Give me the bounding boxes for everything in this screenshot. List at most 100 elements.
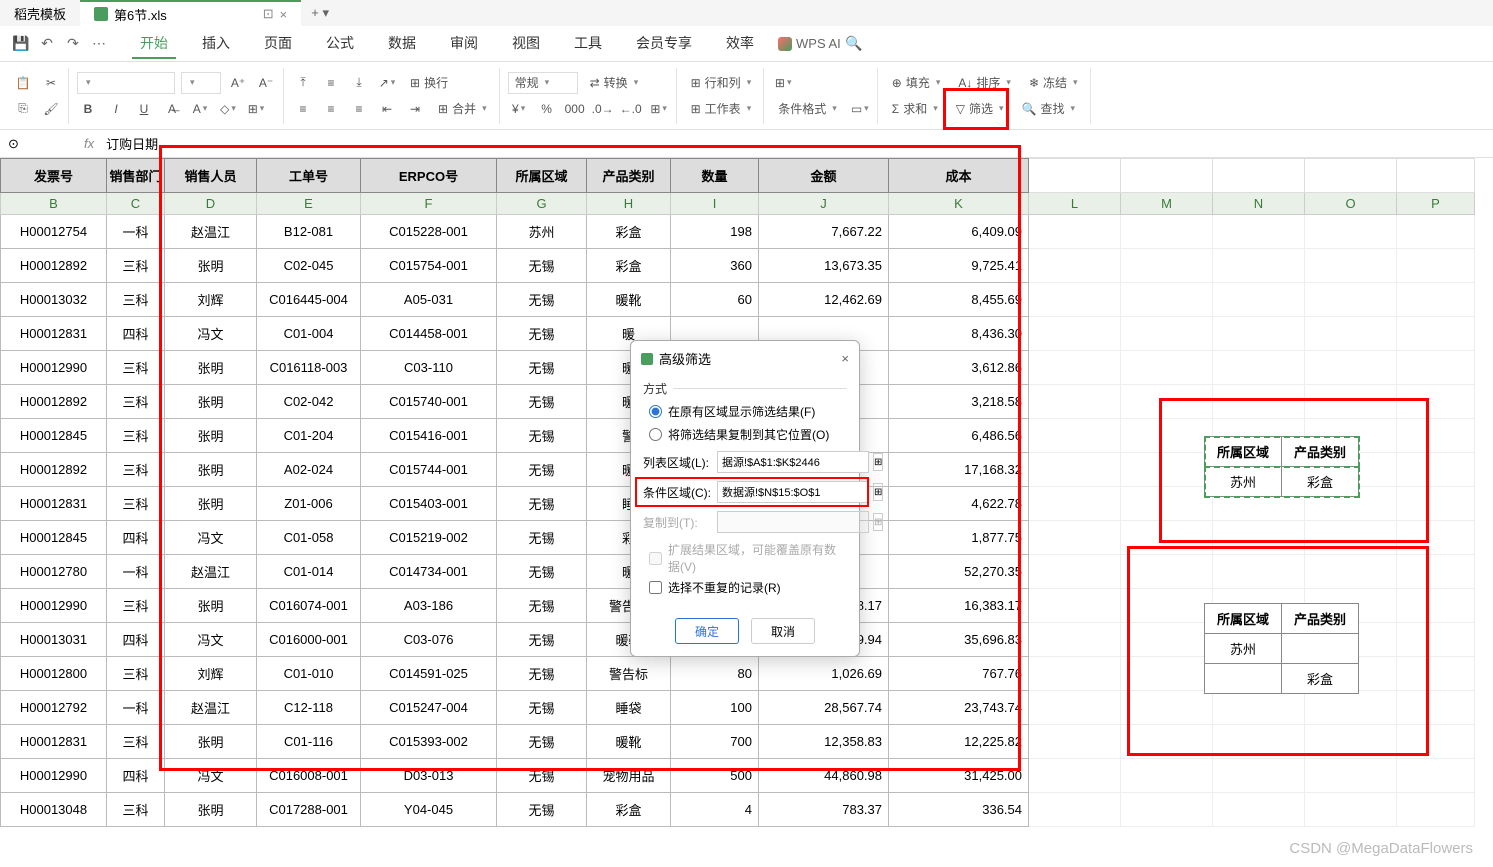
cell[interactable]: 暖靴 — [587, 283, 671, 317]
sum-button[interactable]: Σ 求和 — [886, 98, 944, 120]
cell[interactable]: 三科 — [107, 793, 165, 827]
cell[interactable]: 彩盒 — [587, 249, 671, 283]
cell[interactable]: 360 — [671, 249, 759, 283]
cell[interactable]: 苏州 — [497, 215, 587, 249]
cell[interactable]: 13,673.35 — [759, 249, 889, 283]
radio-copy[interactable]: 将筛选结果复制到其它位置(O) — [649, 426, 847, 443]
cell[interactable]: 12,225.82 — [889, 725, 1029, 759]
cell[interactable]: 刘辉 — [165, 657, 257, 691]
cell[interactable]: C015228-001 — [361, 215, 497, 249]
copy-icon[interactable]: ⎘ — [12, 98, 34, 120]
criteria-range-picker-icon[interactable]: ⊞ — [873, 483, 883, 501]
cell[interactable]: 三科 — [107, 419, 165, 453]
col-header[interactable]: L — [1029, 193, 1121, 215]
format-painter-icon[interactable]: 🖌 — [40, 98, 62, 120]
freeze-button[interactable]: ❄ 冻结 — [1023, 72, 1084, 94]
cell[interactable]: C016445-004 — [257, 283, 361, 317]
cell[interactable]: 无锡 — [497, 589, 587, 623]
type-convert-icon[interactable]: ⊞ — [648, 98, 670, 120]
merge-button[interactable]: ⊞ 合并 — [432, 98, 493, 120]
table-row[interactable]: H00012990四科冯文C016008-001D03-013无锡宠物用品500… — [1, 759, 1475, 793]
fx-icon[interactable]: fx — [84, 136, 94, 151]
cell[interactable]: 767.76 — [889, 657, 1029, 691]
indent-inc-icon[interactable]: ⇥ — [404, 98, 426, 120]
cell[interactable]: H00012990 — [1, 759, 107, 793]
cell[interactable]: C014591-025 — [361, 657, 497, 691]
crit1-v0[interactable]: 苏州 — [1205, 467, 1282, 497]
cell[interactable]: C015393-002 — [361, 725, 497, 759]
cell[interactable]: 张明 — [165, 351, 257, 385]
cell[interactable]: H00013032 — [1, 283, 107, 317]
save-icon[interactable]: 💾 — [8, 31, 34, 57]
menu-efficiency[interactable]: 效率 — [718, 29, 762, 59]
cell[interactable]: 暖靴 — [587, 725, 671, 759]
cell[interactable]: 无锡 — [497, 521, 587, 555]
cell[interactable]: 刘辉 — [165, 283, 257, 317]
cell[interactable]: 四科 — [107, 623, 165, 657]
cell[interactable]: H00012892 — [1, 453, 107, 487]
cell[interactable]: 60 — [671, 283, 759, 317]
font-size-select[interactable] — [181, 72, 221, 94]
cell[interactable]: 赵温江 — [165, 555, 257, 589]
crit1-v1[interactable]: 彩盒 — [1282, 467, 1359, 497]
sheet-button[interactable]: ⊞ 工作表 — [685, 98, 758, 120]
col-header[interactable]: I — [671, 193, 759, 215]
cell[interactable]: 一科 — [107, 555, 165, 589]
cell[interactable]: 16,383.17 — [889, 589, 1029, 623]
number-format-select[interactable]: 常规 — [508, 72, 578, 94]
cell[interactable]: 无锡 — [497, 793, 587, 827]
tab-file[interactable]: 第6节.xls ⊡ × — [80, 0, 301, 26]
align-middle-icon[interactable]: ≡ — [320, 72, 342, 94]
undo-icon[interactable]: ↶ — [34, 31, 60, 57]
cell[interactable]: 无锡 — [497, 487, 587, 521]
cell[interactable]: 52,270.35 — [889, 555, 1029, 589]
cell[interactable]: 700 — [671, 725, 759, 759]
find-button[interactable]: 🔍 查找 — [1016, 98, 1082, 120]
cell[interactable]: 12,358.83 — [759, 725, 889, 759]
cell[interactable]: C017288-001 — [257, 793, 361, 827]
cell[interactable]: 17,168.32 — [889, 453, 1029, 487]
cell[interactable]: H00013031 — [1, 623, 107, 657]
col-header[interactable]: K — [889, 193, 1029, 215]
cell[interactable]: 冯文 — [165, 759, 257, 793]
col-header[interactable]: O — [1305, 193, 1397, 215]
strike-icon[interactable]: A̶ — [161, 98, 183, 120]
cell[interactable]: 四科 — [107, 521, 165, 555]
cell[interactable]: 无锡 — [497, 317, 587, 351]
table-row[interactable]: H00012831三科张明C01-116C015393-002无锡暖靴70012… — [1, 725, 1475, 759]
cell[interactable]: 12,462.69 — [759, 283, 889, 317]
cell[interactable]: C03-076 — [361, 623, 497, 657]
cell[interactable]: 张明 — [165, 793, 257, 827]
cell[interactable]: C016008-001 — [257, 759, 361, 793]
cell[interactable]: C01-058 — [257, 521, 361, 555]
cell[interactable]: 三科 — [107, 453, 165, 487]
col-header[interactable]: M — [1121, 193, 1213, 215]
cell[interactable]: 无锡 — [497, 385, 587, 419]
cell[interactable]: H00012831 — [1, 487, 107, 521]
cell[interactable]: 1,026.69 — [759, 657, 889, 691]
crit2-r0c1[interactable] — [1282, 634, 1359, 664]
cell[interactable]: 彩盒 — [587, 793, 671, 827]
cell[interactable]: 三科 — [107, 487, 165, 521]
cell[interactable]: 无锡 — [497, 759, 587, 793]
col-header[interactable]: J — [759, 193, 889, 215]
tab-close-x-icon[interactable]: × — [280, 7, 288, 22]
cell[interactable]: 张明 — [165, 453, 257, 487]
cell[interactable]: 三科 — [107, 385, 165, 419]
cell[interactable]: 7,667.22 — [759, 215, 889, 249]
cell[interactable]: 三科 — [107, 351, 165, 385]
currency-icon[interactable]: ¥ — [508, 98, 530, 120]
cell[interactable]: 80 — [671, 657, 759, 691]
cell[interactable]: C016000-001 — [257, 623, 361, 657]
cell[interactable]: H00012754 — [1, 215, 107, 249]
col-header[interactable]: B — [1, 193, 107, 215]
cell[interactable]: 三科 — [107, 283, 165, 317]
cell[interactable]: H00012831 — [1, 725, 107, 759]
cell[interactable]: 1,877.75 — [889, 521, 1029, 555]
table-row[interactable]: H00012892三科张明C02-045C015754-001无锡彩盒36013… — [1, 249, 1475, 283]
col-header[interactable]: N — [1213, 193, 1305, 215]
cell[interactable]: 9,725.41 — [889, 249, 1029, 283]
menu-tools[interactable]: 工具 — [566, 29, 610, 59]
cell[interactable]: 198 — [671, 215, 759, 249]
check-unique[interactable]: 选择不重复的记录(R) — [649, 579, 847, 596]
